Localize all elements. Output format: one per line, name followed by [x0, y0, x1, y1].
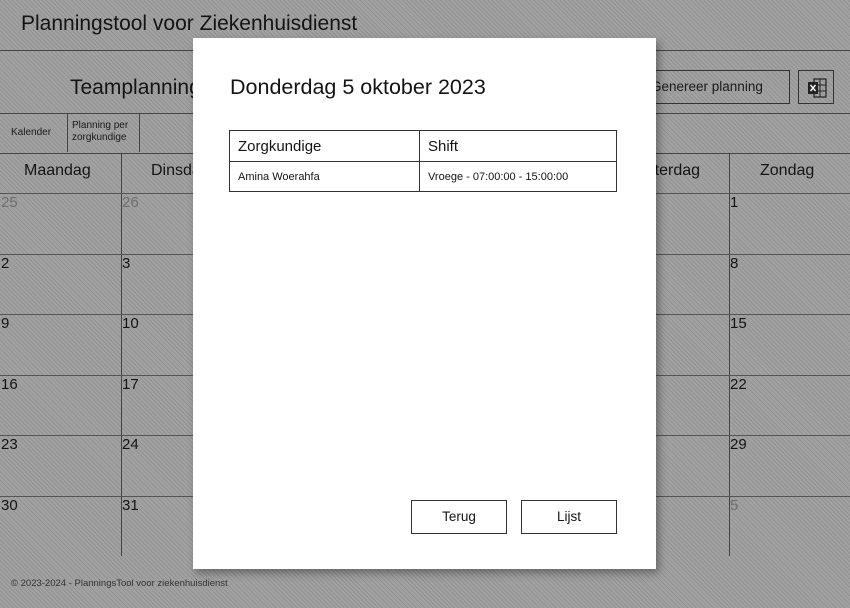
calendar-day-cell[interactable]: 25: [1, 194, 18, 211]
calendar-day-cell[interactable]: 15: [730, 315, 747, 332]
calendar-day-cell[interactable]: 29: [730, 436, 747, 453]
column-header-shift: Shift: [419, 130, 617, 162]
calendar-day-cell[interactable]: 31: [122, 497, 139, 514]
export-excel-button[interactable]: [798, 70, 834, 104]
excel-icon: [808, 78, 827, 98]
shift-value: Vroege - 07:00:00 - 15:00:00: [419, 161, 617, 192]
table-row: Amina Woerahfa Vroege - 07:00:00 - 15:00…: [229, 161, 617, 192]
calendar-day-cell[interactable]: 9: [1, 315, 9, 332]
calendar-day-cell[interactable]: 10: [122, 315, 139, 332]
page-title: Teamplanning: [70, 76, 201, 99]
calendar-day-cell[interactable]: 24: [122, 436, 139, 453]
calendar-day-cell[interactable]: 22: [730, 376, 747, 393]
calendar-day-cell[interactable]: 1: [730, 194, 738, 211]
tab-planning-per-zorgkundige[interactable]: Planning per zorgkundige: [68, 114, 140, 152]
footer-text: © 2023-2024 - PlanningsTool voor ziekenh…: [11, 578, 228, 589]
shift-table-header: Zorgkundige Shift: [229, 130, 617, 162]
calendar-day-cell[interactable]: 8: [730, 255, 738, 272]
calendar-day-cell[interactable]: 23: [1, 436, 18, 453]
shift-table: Zorgkundige Shift Amina Woerahfa Vroege …: [229, 130, 617, 192]
caregiver-name: Amina Woerahfa: [229, 161, 420, 192]
list-button[interactable]: Lijst: [521, 500, 617, 534]
column-header-zorgkundige: Zorgkundige: [229, 130, 420, 162]
app-title: Planningstool voor Ziekenhuisdienst: [21, 12, 358, 35]
calendar-day-cell[interactable]: 16: [1, 376, 18, 393]
calendar-day-cell[interactable]: 17: [122, 376, 139, 393]
back-button[interactable]: Terug: [411, 500, 507, 534]
tab-kalender[interactable]: Kalender: [0, 114, 68, 152]
calendar-day-cell[interactable]: 2: [1, 255, 9, 272]
modal-title: Donderdag 5 oktober 2023: [230, 75, 486, 99]
calendar-day-cell[interactable]: 30: [1, 497, 18, 514]
calendar-day-cell[interactable]: 26: [122, 194, 139, 211]
calendar-day-cell[interactable]: 3: [122, 255, 130, 272]
day-header-maandag: Maandag: [24, 162, 91, 179]
day-detail-modal: Donderdag 5 oktober 2023 Zorgkundige Shi…: [193, 38, 656, 569]
calendar-day-cell[interactable]: 5: [730, 497, 738, 514]
day-header-zondag: Zondag: [760, 162, 815, 179]
